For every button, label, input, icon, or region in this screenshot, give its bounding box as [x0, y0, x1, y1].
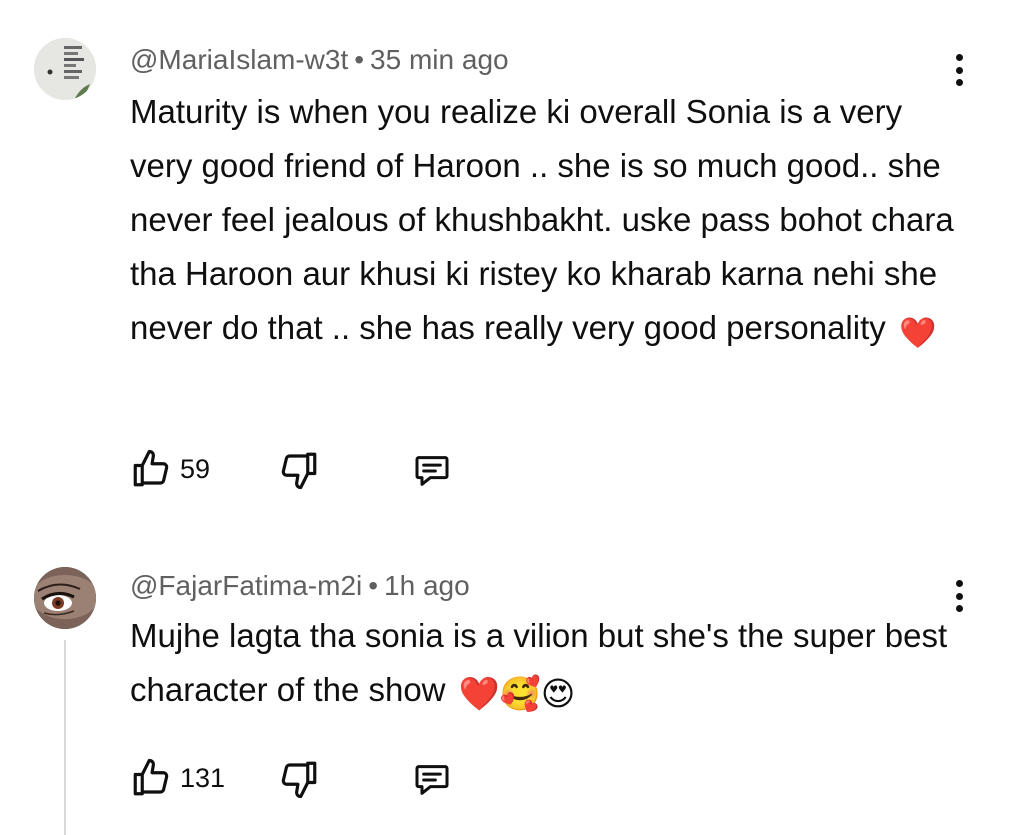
like-button[interactable]: 131	[128, 757, 225, 799]
comment-meta: @MariaIslam-w3t • 35 min ago	[130, 44, 509, 76]
avatar-image	[34, 38, 96, 100]
reply-thread-line	[64, 640, 66, 835]
reply-button[interactable]	[410, 451, 454, 496]
comment-text: Maturity is when you realize ki overall …	[130, 85, 970, 361]
avatar[interactable]	[34, 38, 96, 100]
thumbs-up-icon	[133, 449, 169, 487]
like-count: 131	[180, 762, 226, 793]
more-vert-icon-dot	[955, 592, 963, 600]
avatar[interactable]	[34, 567, 96, 629]
dislike-button[interactable]	[276, 758, 322, 805]
more-vert-icon-dot	[955, 54, 963, 61]
comment-time[interactable]: 1h ago	[384, 570, 470, 601]
more-options-button[interactable]	[944, 50, 974, 90]
dislike-button[interactable]	[276, 449, 322, 496]
more-vert-icon-dot	[955, 66, 963, 74]
comment-actions: 131	[128, 756, 449, 800]
heart-emoji: ❤️	[898, 317, 937, 350]
avatar-image	[34, 567, 96, 629]
comment-actions: 59	[128, 447, 449, 491]
thumbs-down-icon	[281, 452, 317, 490]
comment-text: Mujhe lagta tha sonia is a vilion but sh…	[130, 609, 970, 721]
comment-reply-icon	[415, 456, 449, 486]
comment-meta: @FajarFatima-m2i • 1h ago	[130, 570, 470, 602]
meta-separator: •	[354, 44, 365, 75]
comment-item: @MariaIslam-w3t • 35 min ago Maturity is w…	[0, 0, 1024, 520]
comment-item: @FajarFatima-m2i • 1h ago Mujhe lagta tha …	[0, 540, 1024, 835]
comment-time[interactable]: 35 min ago	[370, 44, 509, 75]
more-vert-icon-dot	[955, 580, 963, 587]
reply-button[interactable]	[410, 760, 454, 805]
meta-separator: •	[368, 570, 379, 601]
thumbs-up-icon	[133, 758, 169, 796]
comment-body: Maturity is when you realize ki overall …	[130, 93, 954, 346]
like-count: 59	[180, 453, 211, 484]
comments-list: @MariaIslam-w3t • 35 min ago Maturity is w…	[0, 0, 1024, 835]
emoji-group: ❤️🥰😍	[458, 675, 576, 712]
comment-reply-icon	[415, 765, 449, 795]
author-handle[interactable]: @MariaIslam-w3t	[130, 44, 348, 75]
like-button[interactable]: 59	[128, 448, 210, 490]
thumbs-down-icon	[281, 761, 317, 799]
author-handle[interactable]: @FajarFatima-m2i	[130, 570, 362, 601]
